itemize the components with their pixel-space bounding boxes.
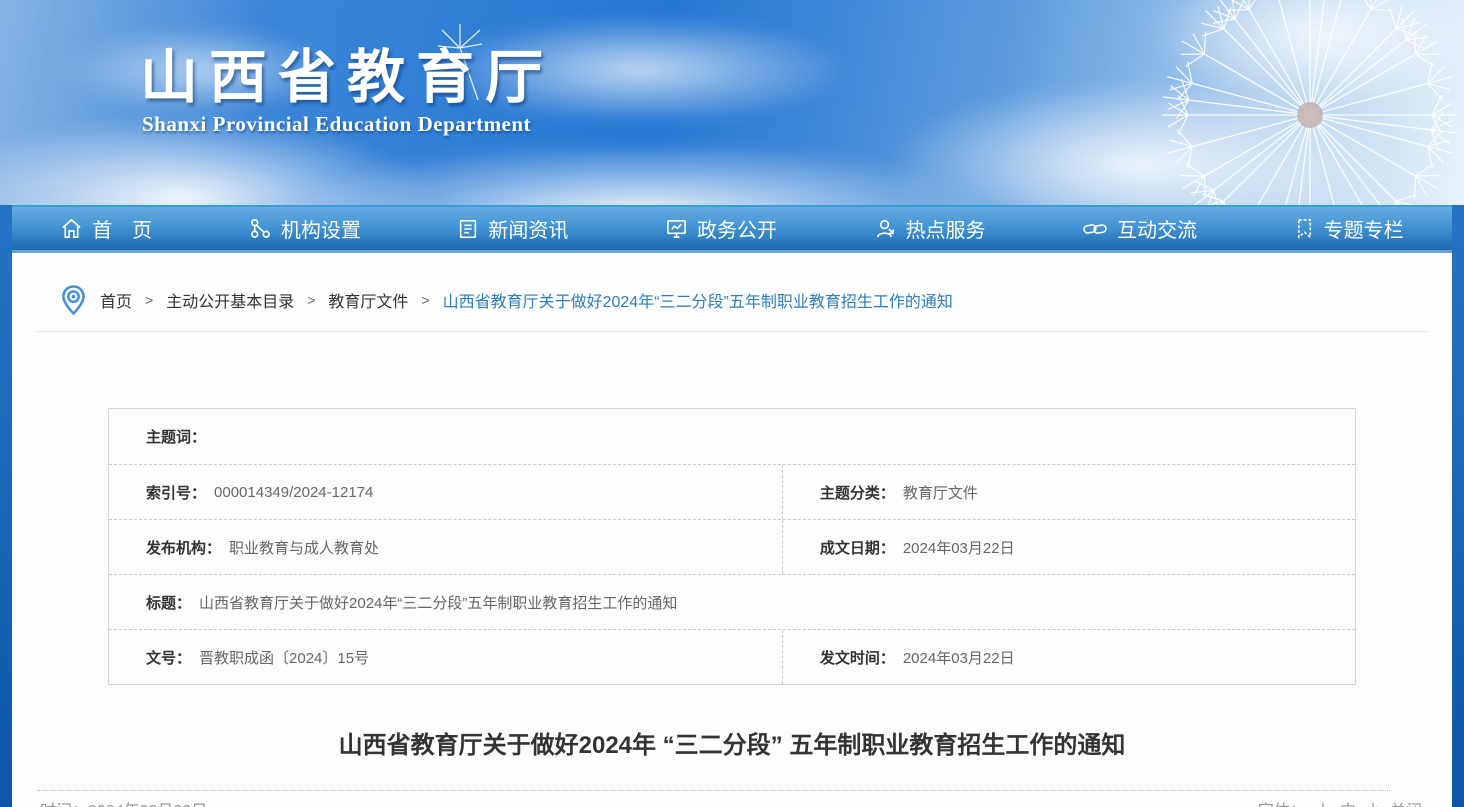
- page-container: 山西省教育厅 Shanxi Provincial Education Depar…: [12, 0, 1452, 807]
- table-row: 主题词：: [109, 409, 1355, 464]
- meta-cell-document-number: 文号： 晋教职成函〔2024〕15号: [109, 630, 782, 684]
- document-meta-table: 主题词： 索引号： 000014349/2024-12174 主题分类： 教育厅…: [108, 408, 1356, 685]
- content-area: 首页 > 主动公开基本目录 > 教育厅文件 > 山西省教育厅关于做好2024年“…: [12, 253, 1452, 807]
- nav-label: 首 页: [92, 214, 152, 243]
- breadcrumb-separator: >: [421, 292, 429, 308]
- font-size-controls: 字体： 大 中 小 关闭: [1258, 797, 1422, 807]
- nav-item-hot-services[interactable]: 热点服务: [874, 214, 986, 243]
- meta-label: 主题分类：: [820, 482, 895, 503]
- meta-value: 2024年03月22日: [903, 537, 1015, 558]
- site-title-chinese: 山西省教育厅: [140, 30, 554, 114]
- close-button[interactable]: 关闭: [1390, 797, 1422, 807]
- meta-label: 索引号：: [146, 482, 206, 503]
- interaction-link-icon: [1082, 218, 1108, 240]
- font-size-medium-button[interactable]: 中: [1340, 797, 1356, 807]
- meta-value: 2024年03月22日: [903, 647, 1015, 668]
- nav-item-organization[interactable]: 机构设置: [249, 214, 361, 243]
- hot-service-icon: [874, 217, 897, 240]
- table-row: 索引号： 000014349/2024-12174 主题分类： 教育厅文件: [109, 464, 1355, 519]
- breadcrumb: 首页 > 主动公开基本目录 > 教育厅文件 > 山西省教育厅关于做好2024年“…: [12, 253, 1452, 317]
- nav-label: 政务公开: [697, 214, 777, 243]
- organization-icon: [249, 217, 272, 240]
- table-row: 标题： 山西省教育厅关于做好2024年“三二分段”五年制职业教育招生工作的通知: [109, 574, 1355, 629]
- meta-label: 主题词：: [146, 426, 206, 447]
- site-banner: 山西省教育厅 Shanxi Provincial Education Depar…: [12, 0, 1452, 205]
- font-size-large-button[interactable]: 大: [1315, 797, 1331, 807]
- breadcrumb-separator: >: [145, 292, 153, 308]
- meta-label: 发文时间：: [820, 647, 895, 668]
- nav-label: 互动交流: [1117, 214, 1197, 243]
- nav-item-home[interactable]: 首 页: [60, 214, 152, 243]
- time-value: 2024年03月22日: [88, 797, 207, 807]
- breadcrumb-link-directory[interactable]: 主动公开基本目录: [166, 288, 294, 312]
- table-row: 文号： 晋教职成函〔2024〕15号 发文时间： 2024年03月22日: [109, 629, 1355, 684]
- nav-item-news[interactable]: 新闻资讯: [457, 214, 568, 243]
- meta-label: 发布机构：: [146, 537, 221, 558]
- breadcrumb-link-documents[interactable]: 教育厅文件: [328, 288, 408, 312]
- meta-value: 晋教职成函〔2024〕15号: [199, 647, 369, 668]
- article-footer-bar: 时间： 2024年03月22日 字体： 大 中 小 关闭: [12, 791, 1452, 807]
- breadcrumb-current-page: 山西省教育厅关于做好2024年“三二分段”五年制职业教育招生工作的通知: [443, 288, 953, 312]
- nav-label: 机构设置: [281, 214, 361, 243]
- table-row: 发布机构： 职业教育与成人教育处 成文日期： 2024年03月22日: [109, 519, 1355, 574]
- meta-cell-subject-words: 主题词：: [109, 409, 1355, 464]
- topics-bookmark-icon: [1294, 217, 1315, 240]
- article-title: 山西省教育厅关于做好2024年 “三二分段” 五年制职业教育招生工作的通知: [72, 725, 1392, 760]
- time-label: 时间：: [40, 797, 88, 807]
- meta-cell-index-number: 索引号： 000014349/2024-12174: [109, 465, 782, 519]
- font-label: 字体：: [1258, 797, 1306, 807]
- breadcrumb-divider: [37, 331, 1427, 332]
- meta-cell-issuing-agency: 发布机构： 职业教育与成人教育处: [109, 520, 782, 574]
- nav-item-topics[interactable]: 专题专栏: [1294, 214, 1404, 243]
- meta-value: 山西省教育厅关于做好2024年“三二分段”五年制职业教育招生工作的通知: [199, 592, 677, 613]
- location-pin-icon: [60, 284, 87, 316]
- nav-label: 热点服务: [906, 214, 986, 243]
- breadcrumb-separator: >: [307, 292, 315, 308]
- meta-label: 标题：: [146, 592, 191, 613]
- nav-label: 新闻资讯: [488, 214, 568, 243]
- meta-value: 教育厅文件: [903, 482, 978, 503]
- meta-value: 职业教育与成人教育处: [229, 537, 379, 558]
- nav-item-gov-affairs[interactable]: 政务公开: [665, 214, 777, 243]
- meta-cell-title: 标题： 山西省教育厅关于做好2024年“三二分段”五年制职业教育招生工作的通知: [109, 575, 1355, 629]
- news-icon: [457, 218, 479, 240]
- font-size-small-button[interactable]: 小: [1365, 797, 1381, 807]
- meta-value: 000014349/2024-12174: [214, 484, 373, 501]
- nav-item-interaction[interactable]: 互动交流: [1082, 214, 1197, 243]
- meta-label: 成文日期：: [820, 537, 895, 558]
- meta-cell-subject-category: 主题分类： 教育厅文件: [782, 465, 1355, 519]
- meta-cell-written-date: 成文日期： 2024年03月22日: [782, 520, 1355, 574]
- publish-time: 时间： 2024年03月22日: [40, 797, 207, 807]
- site-title-english: Shanxi Provincial Education Department: [142, 112, 531, 137]
- nav-label: 专题专栏: [1324, 214, 1404, 243]
- gov-affairs-icon: [665, 217, 688, 240]
- breadcrumb-link-home[interactable]: 首页: [100, 288, 132, 312]
- home-icon: [60, 217, 83, 240]
- meta-label: 文号：: [146, 647, 191, 668]
- meta-cell-publish-time: 发文时间： 2024年03月22日: [782, 630, 1355, 684]
- main-navigation: 首 页 机构设置 新闻资讯 政务公开 热点服务 互动交流 专题专栏: [12, 205, 1452, 253]
